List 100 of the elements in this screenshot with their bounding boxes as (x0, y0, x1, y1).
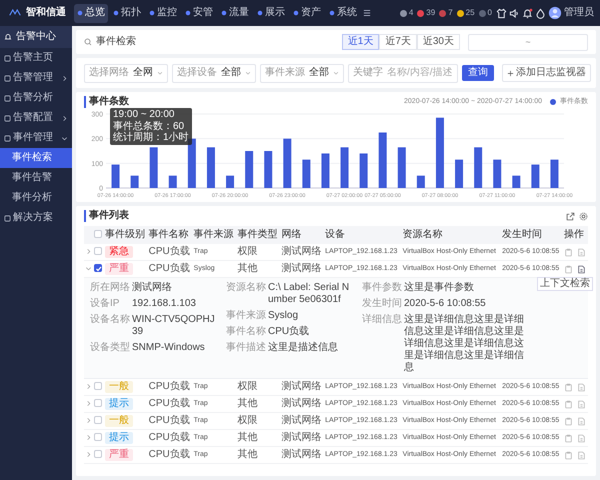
field-label: 事件参数 (362, 282, 403, 294)
sidebar-item[interactable]: 告警配置 (0, 108, 72, 128)
nav-tab[interactable]: 展示 (254, 4, 288, 22)
chart-bar (378, 132, 387, 188)
tooltip-text: 统计周期：1小时 (113, 132, 189, 144)
square-icon (4, 214, 11, 222)
column-header: 事件来源 (192, 226, 236, 244)
circle-icon[interactable] (77, 10, 83, 16)
alarm-count[interactable]: 4 (408, 8, 414, 18)
chevron-icon (61, 114, 68, 122)
clipboard-icon[interactable] (564, 264, 573, 274)
checkbox[interactable] (94, 264, 102, 272)
circle-icon[interactable] (113, 10, 119, 16)
field-label: 设备名称 (90, 314, 131, 327)
alarm-count[interactable]: 25 (466, 8, 475, 18)
table-cell: 测试网络 (280, 446, 324, 464)
chevron-icon[interactable] (85, 248, 92, 255)
nav-tab[interactable]: 流量 (218, 4, 252, 22)
field-value: 这里是详细信息这里是详细信息这里是详细信息这里是详细信息这里是详细信息这里是详细信息这里是详细信息 (404, 314, 525, 374)
logo-text: 智和信通 (26, 7, 66, 19)
chart-bar (474, 147, 482, 188)
sidebar-item[interactable]: 事件分析 (0, 188, 72, 208)
circle-icon[interactable] (257, 10, 263, 16)
table-cell: 测试网络 (280, 412, 324, 430)
column-header: 事件级别 (104, 226, 148, 244)
settings-icon[interactable] (579, 212, 588, 220)
circle-icon[interactable] (185, 10, 191, 16)
range-tab[interactable]: 近7天 (379, 34, 417, 50)
user-name[interactable]: 管理员 (564, 7, 594, 19)
chart-bar (264, 151, 272, 188)
field-label: 关键字 (353, 67, 383, 79)
alarm-count[interactable]: 39 (426, 8, 436, 18)
field-value: C:\ Label: Serial Number 5e06301f (268, 282, 350, 306)
chevron-icon[interactable] (85, 400, 92, 407)
sidebar-item[interactable]: 事件管理 (0, 128, 72, 148)
export-icon[interactable] (566, 212, 575, 220)
chevron-icon[interactable] (85, 382, 92, 390)
chart-bar (360, 153, 368, 188)
select-field[interactable]: 选择设备 全部 (172, 64, 256, 82)
chart-bar (398, 147, 406, 188)
nav-tab[interactable]: 监控 (146, 4, 180, 22)
table-cell: 测试网络 (280, 378, 324, 396)
clipboard-icon[interactable] (564, 434, 573, 442)
tooltip: 上下文检索 (537, 276, 593, 290)
sidebar-item[interactable]: 事件检索 (0, 148, 72, 168)
table-cell: CPU负载 (148, 446, 193, 464)
range-tab[interactable]: 近1天 (342, 34, 380, 50)
clipboard-icon[interactable] (564, 400, 573, 408)
square-icon (4, 74, 11, 82)
select-field[interactable]: 事件来源 全部 (260, 64, 344, 82)
sidebar-item[interactable]: 告警管理 (0, 68, 72, 88)
chart-bar (130, 176, 139, 188)
chart-bar (245, 151, 254, 188)
field-label: 事件描述 (226, 342, 267, 354)
nav-tab[interactable]: 安管 (182, 4, 216, 22)
table-cell: CPU负载 (148, 412, 193, 430)
nav-tab[interactable]: 拓扑 (110, 4, 144, 22)
document-icon[interactable] (576, 264, 586, 274)
droplet-icon (535, 8, 546, 18)
field-label: 资源名称 (226, 282, 267, 295)
chart-bar (302, 160, 310, 188)
sidebar-item[interactable]: 告警主页 (0, 48, 72, 68)
table-cell: 测试网络 (280, 244, 324, 260)
chart-bar (550, 160, 558, 188)
alarm-count[interactable]: 7 (448, 8, 453, 18)
chevron-icon[interactable] (85, 434, 92, 441)
chart-bar (493, 160, 502, 188)
nav-tab[interactable]: 系统 (326, 4, 360, 22)
column-header: 设备 (324, 226, 402, 244)
alarm-count[interactable]: 0 (488, 8, 492, 18)
circle-icon[interactable] (329, 10, 335, 16)
chart-bar (112, 164, 120, 188)
level-tag: 严重 (104, 263, 133, 275)
level-tag: 紧急 (104, 246, 133, 258)
nav-tab[interactable]: 资产 (290, 4, 324, 22)
clipboard-icon[interactable] (564, 382, 573, 392)
chevron-icon[interactable] (85, 416, 92, 424)
circle-icon[interactable] (221, 10, 227, 16)
circle-icon[interactable] (293, 10, 299, 16)
sidebar-item[interactable]: 解决方案 (0, 208, 72, 228)
select-field[interactable]: 选择网络 全网 (84, 64, 168, 82)
add-monitor-button[interactable]: 添加日志监视器 (502, 64, 591, 82)
search-button[interactable]: 查询 (462, 65, 494, 81)
table-cell: CPU负载 (148, 430, 193, 446)
table-cell: 测试网络 (280, 396, 324, 412)
clipboard-icon[interactable] (564, 450, 573, 460)
chevron-icon[interactable] (85, 264, 92, 272)
level-tag: 一般 (104, 415, 133, 427)
clipboard-icon[interactable] (564, 248, 573, 256)
range-tab[interactable]: 近30天 (416, 34, 460, 50)
sidebar-item[interactable]: 告警分析 (0, 88, 72, 108)
nav-tab[interactable]: 总览 (74, 4, 108, 22)
chart-bar (531, 164, 540, 188)
table-cell: 权限 (236, 244, 280, 260)
clipboard-icon[interactable] (564, 416, 573, 426)
chart-bar (188, 138, 196, 188)
sidebar-item[interactable]: 事件告警 (0, 168, 72, 188)
chevron-icon[interactable] (85, 450, 92, 458)
caret-icon (333, 70, 339, 76)
circle-icon[interactable] (149, 10, 155, 16)
